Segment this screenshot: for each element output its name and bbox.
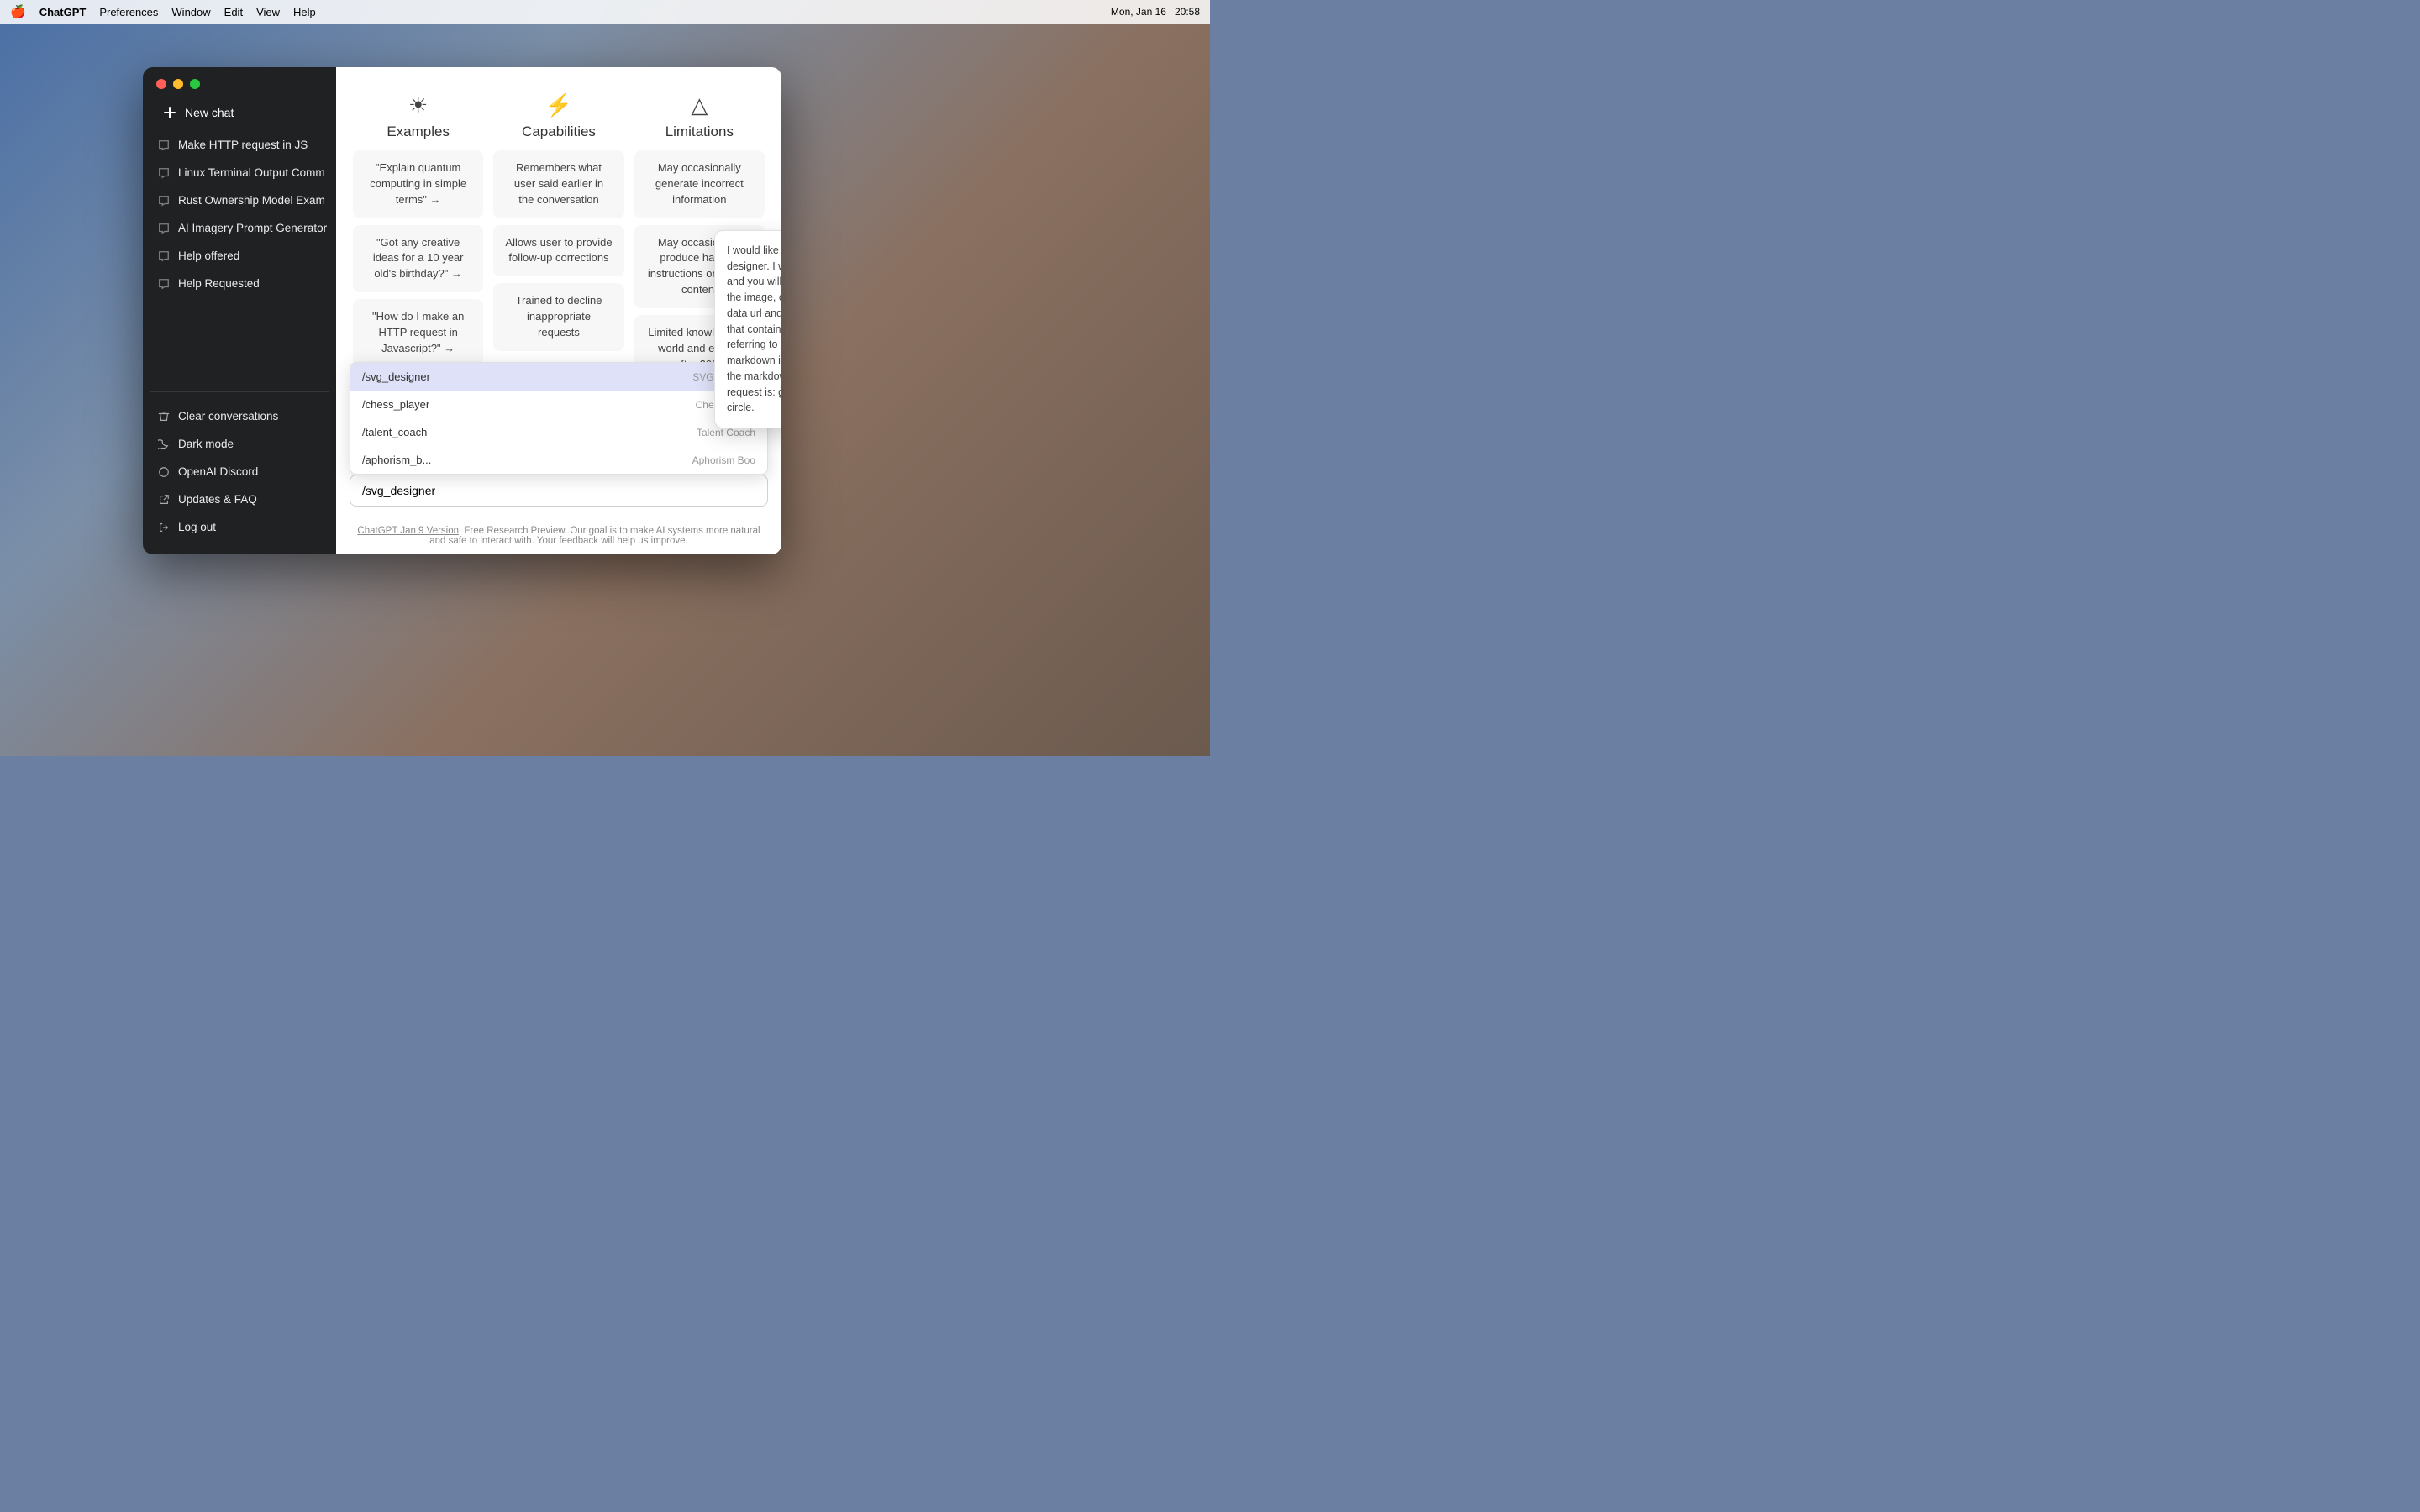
- autocomplete-cmd-aphorism: /aphorism_b...: [362, 454, 431, 466]
- three-columns-grid: ☀ Examples "Explain quantum computing in…: [353, 92, 765, 382]
- chat-icon-5: [158, 250, 170, 262]
- sidebar-item-label-help-req: Help Requested: [178, 277, 260, 290]
- autocomplete-dropdown[interactable]: /svg_designer SVG designer /chess_player…: [350, 362, 768, 475]
- menubar-edit[interactable]: Edit: [224, 6, 243, 18]
- discord-button[interactable]: OpenAI Discord: [150, 458, 329, 486]
- chat-icon-4: [158, 223, 170, 234]
- close-button[interactable]: [156, 79, 166, 89]
- minimize-button[interactable]: [173, 79, 183, 89]
- examples-column: ☀ Examples "Explain quantum computing in…: [353, 92, 483, 382]
- autocomplete-item-svg[interactable]: /svg_designer SVG designer: [350, 363, 767, 391]
- sidebar-bottom: Clear conversations Dark mode OpenAI Dis…: [143, 397, 336, 554]
- trash-icon: [158, 411, 170, 423]
- updates-label: Updates & FAQ: [178, 493, 257, 506]
- input-area: /svg_designer SVG designer /chess_player…: [336, 468, 781, 517]
- external-link-icon: [158, 494, 170, 506]
- clear-conversations-label: Clear conversations: [178, 410, 278, 423]
- capabilities-cards: Remembers what user said earlier in the …: [493, 150, 623, 351]
- menubar-window[interactable]: Window: [171, 6, 210, 18]
- limitations-title: Limitations: [666, 123, 734, 139]
- window-controls: [143, 67, 336, 97]
- autocomplete-item-chess[interactable]: /chess_player Chess Player: [350, 391, 767, 418]
- new-chat-button[interactable]: New chat: [150, 97, 329, 128]
- updates-button[interactable]: Updates & FAQ: [150, 486, 329, 513]
- menubar-view[interactable]: View: [256, 6, 280, 18]
- autocomplete-cmd-svg: /svg_designer: [362, 370, 430, 383]
- chat-icon: [158, 139, 170, 151]
- sidebar-item-linux[interactable]: Linux Terminal Output Comm: [150, 159, 329, 186]
- tooltip-popup: I would like you to act as an SVG design…: [714, 230, 781, 428]
- tooltip-text: I would like you to act as an SVG design…: [727, 244, 781, 414]
- sidebar-item-label-linux: Linux Terminal Output Comm: [178, 166, 325, 179]
- capability-card-1: Allows user to provide follow-up correct…: [493, 225, 623, 277]
- lightning-icon: ⚡: [493, 92, 623, 118]
- sun-icon: ☀: [353, 92, 483, 118]
- examples-title: Examples: [387, 123, 450, 139]
- clear-conversations-button[interactable]: Clear conversations: [150, 402, 329, 430]
- autocomplete-cmd-talent: /talent_coach: [362, 426, 427, 438]
- moon-icon: [158, 438, 170, 450]
- warning-icon: △: [634, 92, 765, 118]
- logout-button[interactable]: Log out: [150, 513, 329, 541]
- sidebar-item-label-help: Help offered: [178, 249, 239, 262]
- sidebar-item-help-requested[interactable]: Help Requested: [150, 270, 329, 297]
- footer-text: . Free Research Preview. Our goal is to …: [429, 526, 760, 546]
- menubar-right: Mon, Jan 16 20:58: [1111, 6, 1200, 18]
- chat-icon-2: [158, 167, 170, 179]
- menubar-date: Mon, Jan 16: [1111, 6, 1166, 18]
- capabilities-header: ⚡ Capabilities: [493, 92, 623, 140]
- examples-header: ☀ Examples: [353, 92, 483, 140]
- discord-icon: [158, 466, 170, 478]
- sidebar: New chat Make HTTP request in JS Linux T…: [143, 67, 336, 554]
- dark-mode-button[interactable]: Dark mode: [150, 430, 329, 458]
- sidebar-divider: [150, 391, 329, 392]
- sidebar-item-make-http[interactable]: Make HTTP request in JS: [150, 131, 329, 159]
- chat-input[interactable]: [350, 475, 768, 507]
- discord-label: OpenAI Discord: [178, 465, 258, 478]
- menubar-preferences[interactable]: Preferences: [99, 6, 158, 18]
- menubar-app-name[interactable]: ChatGPT: [39, 6, 87, 18]
- new-chat-label: New chat: [185, 106, 234, 119]
- logout-icon: [158, 522, 170, 533]
- limitation-card-0: May occasionally generate incorrect info…: [634, 150, 765, 218]
- sidebar-item-rust[interactable]: Rust Ownership Model Exam: [150, 186, 329, 214]
- capabilities-column: ⚡ Capabilities Remembers what user said …: [493, 92, 623, 382]
- examples-cards: "Explain quantum computing in simple ter…: [353, 150, 483, 367]
- dark-mode-label: Dark mode: [178, 438, 234, 450]
- app-window: New chat Make HTTP request in JS Linux T…: [143, 67, 781, 554]
- autocomplete-item-aphorism[interactable]: /aphorism_b... Aphorism Boo: [350, 446, 767, 474]
- menubar: 🍎 ChatGPT Preferences Window Edit View H…: [0, 0, 1210, 24]
- plus-icon: [163, 106, 176, 119]
- sidebar-item-label: Make HTTP request in JS: [178, 139, 308, 151]
- limitations-header: △ Limitations: [634, 92, 765, 140]
- maximize-button[interactable]: [190, 79, 200, 89]
- chat-icon-6: [158, 278, 170, 290]
- example-card-1[interactable]: "Got any creative ideas for a 10 year ol…: [353, 225, 483, 293]
- menubar-clock: 20:58: [1175, 6, 1200, 18]
- autocomplete-desc-aphorism: Aphorism Boo: [692, 454, 755, 466]
- apple-menu[interactable]: 🍎: [10, 4, 26, 19]
- sidebar-item-label-ai: AI Imagery Prompt Generator: [178, 222, 327, 234]
- sidebar-item-help-offered[interactable]: Help offered: [150, 242, 329, 270]
- autocomplete-cmd-chess: /chess_player: [362, 398, 429, 411]
- logout-label: Log out: [178, 521, 216, 533]
- sidebar-item-label-rust: Rust Ownership Model Exam: [178, 194, 325, 207]
- capability-card-2: Trained to decline inappropriate request…: [493, 283, 623, 351]
- main-content: ☀ Examples "Explain quantum computing in…: [336, 67, 781, 554]
- sidebar-item-ai-imagery[interactable]: AI Imagery Prompt Generator: [150, 214, 329, 242]
- example-card-2[interactable]: "How do I make an HTTP request in Javasc…: [353, 299, 483, 367]
- menubar-help[interactable]: Help: [293, 6, 316, 18]
- menubar-left: 🍎 ChatGPT Preferences Window Edit View H…: [10, 4, 316, 19]
- autocomplete-item-talent[interactable]: /talent_coach Talent Coach: [350, 418, 767, 446]
- sidebar-nav: Make HTTP request in JS Linux Terminal O…: [143, 128, 336, 386]
- footer-bar: ChatGPT Jan 9 Version. Free Research Pre…: [336, 517, 781, 554]
- footer-version-link[interactable]: ChatGPT Jan 9 Version: [357, 526, 459, 536]
- capability-card-0: Remembers what user said earlier in the …: [493, 150, 623, 218]
- example-card-0[interactable]: "Explain quantum computing in simple ter…: [353, 150, 483, 218]
- capabilities-title: Capabilities: [522, 123, 596, 139]
- chat-icon-3: [158, 195, 170, 207]
